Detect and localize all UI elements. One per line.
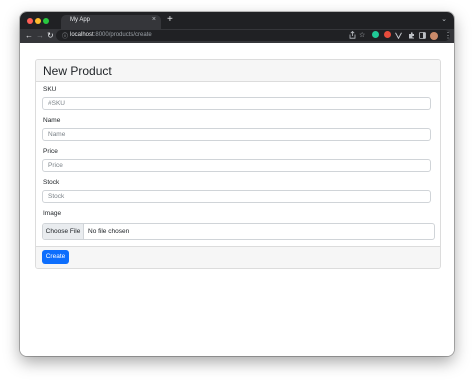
maximize-window-button[interactable] xyxy=(43,18,49,24)
extension-v-icon[interactable] xyxy=(395,32,402,42)
kebab-menu-icon[interactable]: ⋮ xyxy=(444,31,452,40)
image-label: Image xyxy=(43,210,62,217)
browser-window: My App × + ⌄ ← → ↻ ⓘ localhost:8000/prod… xyxy=(20,12,454,356)
choose-file-button[interactable]: Choose File xyxy=(43,224,84,239)
page-content: New Product SKU Name Price Stock Image C… xyxy=(20,43,454,356)
card-header: New Product xyxy=(36,60,440,82)
forward-button[interactable]: → xyxy=(36,30,44,42)
stock-label: Stock xyxy=(43,179,60,186)
profile-avatar[interactable] xyxy=(430,32,438,40)
puzzle-icon[interactable] xyxy=(408,32,415,42)
extension-red-icon[interactable] xyxy=(384,31,391,38)
sku-input[interactable] xyxy=(42,97,431,110)
reload-button[interactable]: ↻ xyxy=(47,30,54,42)
stock-input[interactable] xyxy=(42,190,431,203)
site-info-icon[interactable]: ⓘ xyxy=(62,31,68,40)
address-url[interactable]: localhost:8000/products/create xyxy=(70,32,152,38)
create-button[interactable]: Create xyxy=(42,250,69,264)
product-form-card: New Product SKU Name Price Stock Image C… xyxy=(35,59,441,269)
file-status-text: No file chosen xyxy=(88,228,130,235)
name-input[interactable] xyxy=(42,128,431,141)
name-label: Name xyxy=(43,117,61,124)
price-label: Price xyxy=(43,148,58,155)
sku-label: SKU xyxy=(43,86,57,93)
tab-close-icon[interactable]: × xyxy=(152,16,156,23)
share-icon[interactable] xyxy=(349,30,356,42)
price-input[interactable] xyxy=(42,159,431,172)
browser-toolbar: ← → ↻ ⓘ localhost:8000/products/create ☆… xyxy=(20,29,454,43)
page-title: New Product xyxy=(43,64,112,78)
card-footer: Create xyxy=(36,246,440,268)
tab-title: My App xyxy=(70,17,91,23)
back-button[interactable]: ← xyxy=(25,30,33,42)
extension-green-icon[interactable] xyxy=(372,31,379,38)
url-path: :8000/products/create xyxy=(93,31,152,38)
bookmark-star-icon[interactable]: ☆ xyxy=(359,31,365,40)
address-bar[interactable]: ⓘ localhost:8000/products/create ☆ xyxy=(56,30,450,41)
minimize-window-button[interactable] xyxy=(35,18,41,24)
tab-search-icon[interactable]: ⌄ xyxy=(441,15,447,23)
url-host: localhost xyxy=(70,31,94,38)
image-file-input[interactable]: Choose File No file chosen xyxy=(42,223,435,240)
side-panel-icon[interactable] xyxy=(419,32,426,42)
tab-my-app[interactable]: My App × xyxy=(61,15,161,29)
close-window-button[interactable] xyxy=(27,18,33,24)
new-tab-button[interactable]: + xyxy=(167,14,173,26)
tab-strip: My App × + ⌄ xyxy=(20,12,454,29)
